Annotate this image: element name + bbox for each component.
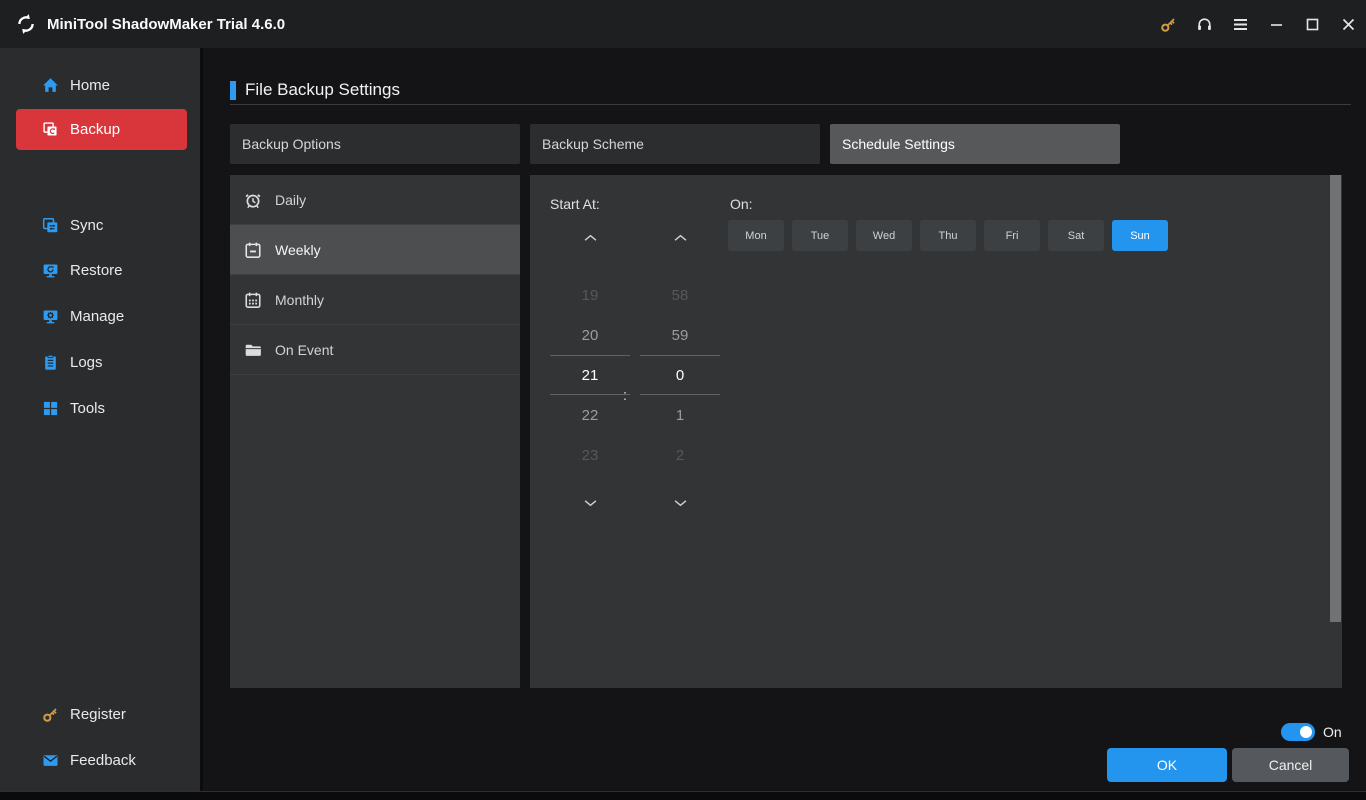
minute-option-selected[interactable]: 0 <box>640 355 720 395</box>
toggle-knob <box>1300 726 1312 738</box>
minitool-logo-icon <box>14 12 38 36</box>
schedule-settings-panel: Start At: On: 19 20 21 22 23 : 58 59 0 1 <box>530 175 1342 688</box>
schedule-type-label: On Event <box>275 341 334 358</box>
sidebar-item-restore[interactable]: Restore <box>0 254 203 286</box>
time-separator: : <box>622 386 628 404</box>
alarm-clock-icon <box>244 191 262 209</box>
schedule-type-label: Monthly <box>275 291 325 308</box>
tools-icon <box>42 400 59 417</box>
tab-label: Backup Options <box>242 136 341 152</box>
hour-up-icon[interactable] <box>550 229 630 245</box>
day-button-sun[interactable]: Sun <box>1112 220 1168 251</box>
minute-option[interactable]: 59 <box>640 315 720 355</box>
on-label: On: <box>730 196 753 212</box>
hour-option[interactable]: 23 <box>550 435 630 475</box>
minute-option[interactable]: 58 <box>640 275 720 315</box>
minute-down-icon[interactable] <box>640 495 720 511</box>
page-title: File Backup Settings <box>245 80 400 99</box>
sidebar-item-logs[interactable]: Logs <box>0 346 203 378</box>
tab-schedule-settings[interactable]: Schedule Settings <box>830 124 1120 164</box>
page-header: File Backup Settings <box>230 80 400 100</box>
sidebar-item-home[interactable]: Home <box>0 69 203 101</box>
key-icon <box>42 706 59 723</box>
minute-up-icon[interactable] <box>640 229 720 245</box>
day-of-week-row: Mon Tue Wed Thu Fri Sat Sun <box>728 220 1168 251</box>
day-button-fri[interactable]: Fri <box>984 220 1040 251</box>
day-button-tue[interactable]: Tue <box>792 220 848 251</box>
window-bottom-edge <box>0 791 1366 800</box>
schedule-type-label: Daily <box>275 191 307 208</box>
schedule-type-list: Daily Weekly Monthly On Event <box>230 175 520 688</box>
tab-backup-options[interactable]: Backup Options <box>230 124 520 164</box>
hour-down-icon[interactable] <box>550 495 630 511</box>
panel-scrollbar[interactable] <box>1329 175 1342 688</box>
sidebar-item-manage[interactable]: Manage <box>0 300 203 332</box>
schedule-type-monthly[interactable]: Monthly <box>230 275 520 325</box>
home-icon <box>42 77 59 94</box>
backup-icon <box>42 121 59 138</box>
maximize-icon[interactable] <box>1294 0 1330 48</box>
calendar-week-icon <box>244 241 262 259</box>
day-button-thu[interactable]: Thu <box>920 220 976 251</box>
window-title: MiniTool ShadowMaker Trial 4.6.0 <box>47 15 286 33</box>
schedule-type-label: Weekly <box>275 241 321 258</box>
minute-option[interactable]: 1 <box>640 395 720 435</box>
hour-option[interactable]: 20 <box>550 315 630 355</box>
day-button-wed[interactable]: Wed <box>856 220 912 251</box>
cancel-button[interactable]: Cancel <box>1232 748 1349 782</box>
sidebar-item-label: Sync <box>70 216 104 234</box>
mail-icon <box>42 752 59 769</box>
close-icon[interactable] <box>1330 0 1366 48</box>
sidebar-item-label: Logs <box>70 353 103 371</box>
tab-label: Schedule Settings <box>842 136 955 152</box>
start-at-label: Start At: <box>550 196 600 212</box>
logs-icon <box>42 354 59 371</box>
schedule-type-weekly[interactable]: Weekly <box>230 225 520 275</box>
sidebar-item-label: Restore <box>70 261 123 279</box>
sidebar-item-label: Feedback <box>70 751 136 769</box>
hour-option[interactable]: 19 <box>550 275 630 315</box>
sidebar-item-register[interactable]: Register <box>0 698 203 730</box>
title-accent-bar <box>230 80 236 100</box>
register-key-icon[interactable] <box>1150 0 1186 48</box>
sidebar: Home Backup Sync Restore Manage Logs Too… <box>0 48 203 791</box>
sync-icon <box>42 217 59 234</box>
scrollbar-thumb[interactable] <box>1330 175 1341 622</box>
sidebar-item-tools[interactable]: Tools <box>0 392 203 424</box>
schedule-toggle[interactable] <box>1281 723 1315 741</box>
app-window: MiniTool ShadowMaker Trial 4.6.0 Home Ba… <box>0 0 1366 800</box>
minute-option[interactable]: 2 <box>640 435 720 475</box>
schedule-type-on-event[interactable]: On Event <box>230 325 520 375</box>
sidebar-item-label: Tools <box>70 399 106 417</box>
schedule-type-daily[interactable]: Daily <box>230 175 520 225</box>
day-button-sat[interactable]: Sat <box>1048 220 1104 251</box>
sidebar-item-feedback[interactable]: Feedback <box>0 744 203 776</box>
restore-icon <box>42 262 59 279</box>
calendar-month-icon <box>244 291 262 309</box>
sidebar-item-label: Home <box>70 76 111 94</box>
manage-icon <box>42 308 59 325</box>
sidebar-item-label: Backup <box>70 121 121 138</box>
header-divider <box>230 104 1351 105</box>
sidebar-item-label: Register <box>70 705 126 723</box>
tab-backup-scheme[interactable]: Backup Scheme <box>530 124 820 164</box>
title-bar: MiniTool ShadowMaker Trial 4.6.0 <box>0 0 1366 48</box>
toggle-state-label: On <box>1323 724 1342 740</box>
sidebar-item-backup[interactable]: Backup <box>16 109 187 150</box>
folder-icon <box>244 341 262 359</box>
day-button-mon[interactable]: Mon <box>728 220 784 251</box>
sidebar-item-label: Manage <box>70 307 125 325</box>
sidebar-item-sync[interactable]: Sync <box>0 209 203 241</box>
headset-icon[interactable] <box>1186 0 1222 48</box>
ok-button[interactable]: OK <box>1107 748 1227 782</box>
tab-label: Backup Scheme <box>542 136 644 152</box>
titlebar-buttons <box>1150 0 1366 48</box>
menu-icon[interactable] <box>1222 0 1258 48</box>
minimize-icon[interactable] <box>1258 0 1294 48</box>
